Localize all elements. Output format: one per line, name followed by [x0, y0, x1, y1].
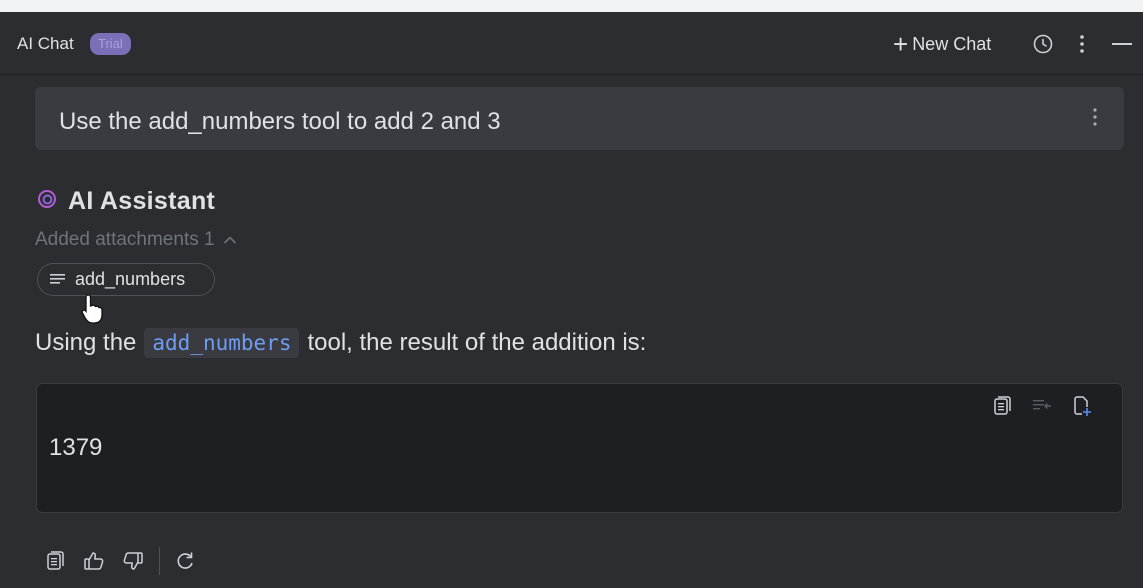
minimize-icon[interactable]: [1110, 32, 1134, 56]
panel-title: AI Chat: [17, 34, 74, 53]
thumbs-down-icon[interactable]: [120, 548, 146, 574]
insert-at-caret-icon[interactable]: [1030, 394, 1054, 418]
user-message-text: Use the add_numbers tool to add 2 and 3: [59, 108, 501, 135]
message-actions: [42, 547, 211, 575]
answer-prefix: Using the: [35, 329, 137, 356]
assistant-name: AI Assistant: [68, 187, 216, 215]
trial-badge: Trial: [90, 33, 131, 55]
new-file-icon[interactable]: [1070, 394, 1094, 418]
ai-assistant-spiral-icon: [36, 188, 58, 215]
attachment-chip-label: add_numbers: [75, 269, 186, 289]
regenerate-icon[interactable]: [172, 548, 198, 574]
copy-icon[interactable]: [990, 394, 1014, 418]
new-chat-label: New Chat: [912, 33, 992, 54]
attachments-label: Added attachments 1: [35, 229, 215, 250]
assistant-answer: Using the add_numbers tool, the result o…: [35, 328, 646, 358]
history-icon[interactable]: [1031, 32, 1055, 56]
hand-cursor-icon: [80, 293, 106, 330]
code-value: 1379: [49, 434, 103, 461]
thumbs-up-icon[interactable]: [81, 548, 107, 574]
new-chat-button[interactable]: + New Chat: [893, 30, 991, 58]
assistant-header: AI Assistant: [36, 187, 215, 216]
answer-suffix: tool, the result of the addition is:: [307, 329, 647, 356]
chat-header: AI Chat Trial + New Chat: [0, 12, 1143, 75]
inline-code: add_numbers: [144, 328, 300, 358]
window-top-strip: [0, 0, 1143, 12]
attachment-chip[interactable]: add_numbers: [37, 263, 215, 296]
attachments-toggle[interactable]: Added attachments 1: [35, 229, 237, 251]
copy-response-icon[interactable]: [42, 548, 68, 574]
chevron-up-icon: [223, 235, 237, 245]
message-more-icon[interactable]: [1092, 107, 1098, 132]
text-lines-icon: [49, 272, 67, 288]
user-message-bubble: Use the add_numbers tool to add 2 and 3: [35, 87, 1124, 150]
plus-icon: +: [893, 29, 909, 59]
actions-divider: [159, 547, 160, 575]
more-vertical-icon[interactable]: [1070, 32, 1094, 56]
code-block: 1379: [36, 383, 1123, 513]
